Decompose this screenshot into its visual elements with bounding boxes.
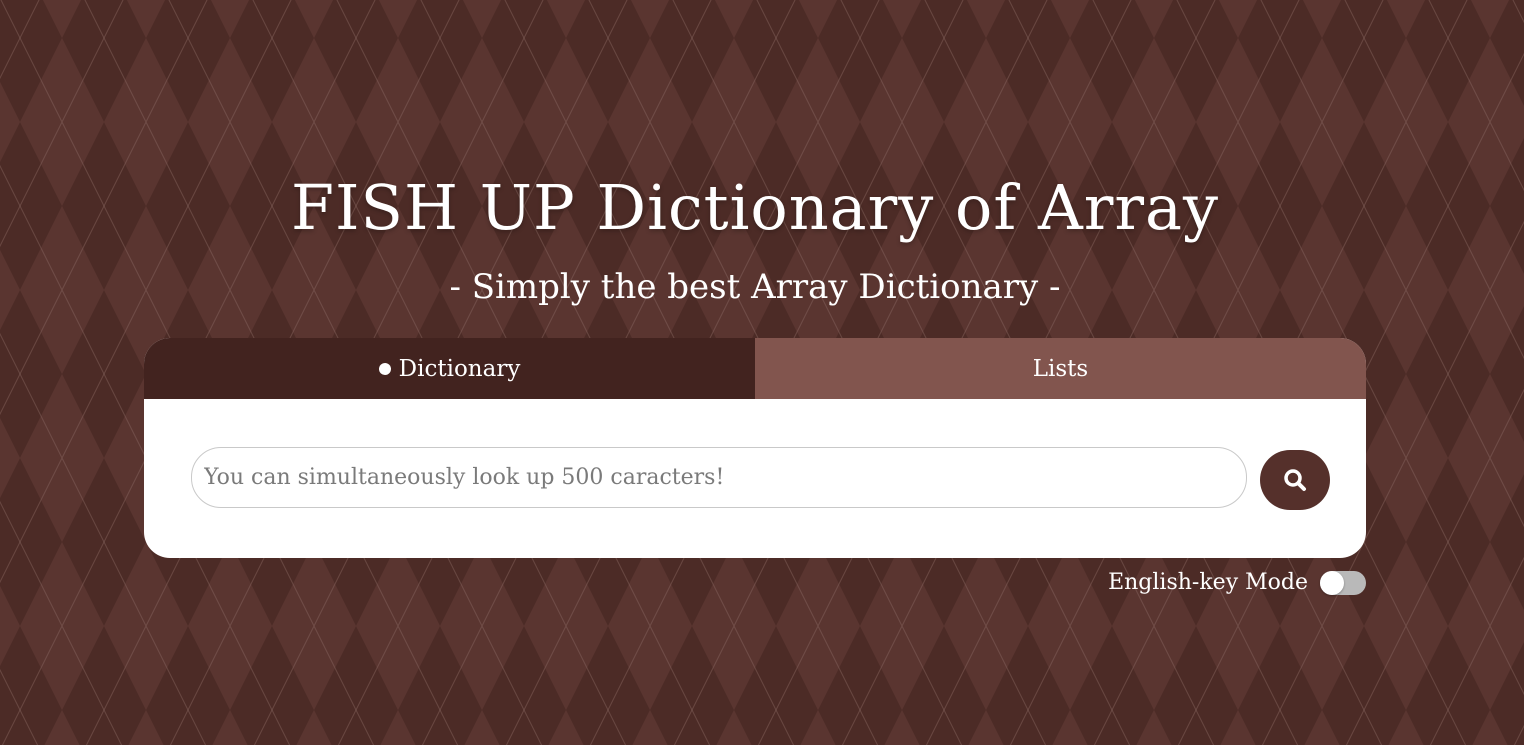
toggle-knob: [1320, 570, 1344, 595]
tab-bar: Dictionary Lists: [144, 338, 1366, 399]
tab-lists[interactable]: Lists: [755, 338, 1366, 399]
active-dot-icon: [378, 362, 391, 375]
tab-dictionary[interactable]: Dictionary: [144, 338, 755, 399]
english-key-mode-row: English-key Mode: [1108, 570, 1366, 595]
tab-dictionary-label: Dictionary: [398, 355, 521, 382]
english-key-mode-label: English-key Mode: [1108, 570, 1308, 595]
dictionary-panel: Dictionary Lists: [144, 338, 1366, 558]
english-key-mode-toggle[interactable]: [1320, 570, 1366, 595]
page-title: FISH UP Dictionary of Array: [290, 171, 1220, 244]
search-button[interactable]: [1260, 450, 1330, 510]
tab-lists-label: Lists: [1032, 355, 1089, 382]
page-subtitle: - Simply the best Array Dictionary -: [449, 267, 1061, 307]
search-icon: [1284, 469, 1306, 491]
search-input[interactable]: [191, 447, 1247, 508]
